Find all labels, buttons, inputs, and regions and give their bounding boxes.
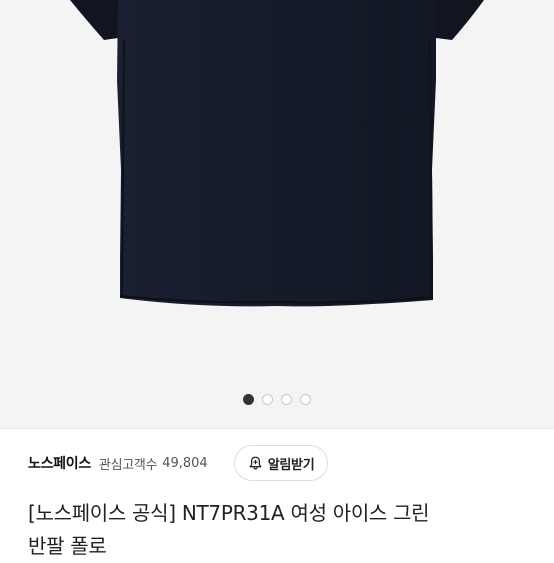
favorites-label: 관심고객수 bbox=[98, 457, 158, 473]
subscribe-alarm-button[interactable]: 알림받기 bbox=[233, 445, 329, 481]
section-divider bbox=[0, 428, 554, 429]
carousel-indicator bbox=[0, 391, 554, 407]
brand-name-link[interactable]: 노스페이스 bbox=[28, 453, 91, 473]
carousel-dot-1[interactable] bbox=[243, 393, 254, 405]
bell-plus-icon bbox=[247, 455, 264, 472]
product-image bbox=[70, 0, 484, 307]
carousel-dot-4[interactable] bbox=[300, 393, 311, 405]
product-title-line-2: 반팔 폴로 bbox=[28, 534, 107, 558]
favorites-count: 49,804 bbox=[162, 455, 208, 471]
store-info-row: 노스페이스 관심고객수 49,804 알림받기 bbox=[28, 444, 526, 482]
product-image-gallery[interactable] bbox=[0, 0, 554, 428]
carousel-dot-3[interactable] bbox=[281, 393, 292, 405]
product-title-line-1: [노스페이스 공식] NT7PR31A 여성 아이스 그린 bbox=[28, 501, 430, 525]
product-title: [노스페이스 공식] NT7PR31A 여성 아이스 그린반팔 폴로 bbox=[28, 497, 528, 563]
subscribe-alarm-label: 알림받기 bbox=[267, 457, 315, 473]
carousel-dot-2[interactable] bbox=[262, 393, 273, 405]
